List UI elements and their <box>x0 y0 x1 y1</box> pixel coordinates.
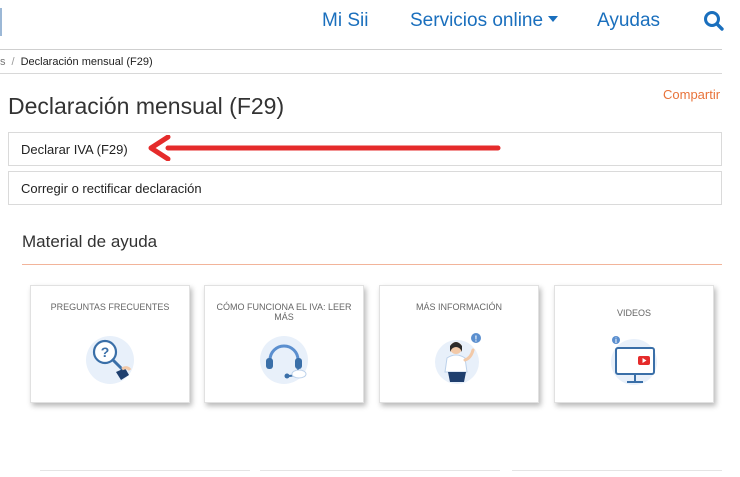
svg-text:?: ? <box>101 344 110 360</box>
red-arrow-annotation <box>148 135 501 161</box>
footer-divider <box>260 470 500 471</box>
nav-divider <box>0 49 722 50</box>
footer-divider <box>40 470 250 471</box>
share-link[interactable]: Compartir <box>663 87 720 102</box>
nav-link-servicios-label: Servicios online <box>410 10 544 31</box>
page-title: Declaración mensual (F29) <box>8 93 285 119</box>
card-label: VIDEOS <box>616 308 651 318</box>
breadcrumb: s / Declaración mensual (F29) <box>0 56 153 68</box>
svg-text:!: ! <box>475 335 478 344</box>
help-card-preguntas-frecuentes[interactable]: PREGUNTAS FRECUENTES ? <box>30 285 190 403</box>
card-label: MÁS INFORMACIÓN <box>415 302 502 312</box>
option-corregir-declaracion[interactable]: Corregir o rectificar declaración <box>8 171 722 205</box>
help-card-como-funciona-iva[interactable]: CÓMO FUNCIONA EL IVA: LEER MÁS <box>204 285 364 403</box>
breadcrumb-previous[interactable]: s <box>0 56 6 68</box>
question-magnifier-icon: ? <box>86 336 134 384</box>
help-section-title: Material de ayuda <box>22 232 158 251</box>
search-icon[interactable] <box>702 9 726 33</box>
help-section-divider <box>22 264 722 265</box>
footer-divider <box>512 470 722 471</box>
nav-link-ayudas[interactable]: Ayudas <box>597 10 660 32</box>
video-monitor-icon: i <box>611 336 657 385</box>
nav-link-servicios-online[interactable]: Servicios online <box>410 10 559 32</box>
card-label: PREGUNTAS FRECUENTES <box>50 302 170 312</box>
help-card-videos[interactable]: VIDEOS i <box>554 285 714 403</box>
headset-support-icon <box>260 336 308 384</box>
svg-text:i: i <box>615 338 617 345</box>
help-card-mas-informacion[interactable]: MÁS INFORMACIÓN ! <box>379 285 539 403</box>
breadcrumb-separator: / <box>11 56 15 68</box>
breadcrumb-divider <box>0 73 722 74</box>
caret-down-icon <box>548 16 559 22</box>
nav-link-mi-sii[interactable]: Mi Sii <box>322 10 368 32</box>
person-info-icon: ! <box>435 333 481 384</box>
top-navigation: Mi Sii Servicios online Ayudas <box>0 0 740 48</box>
card-label: CÓMO FUNCIONA EL IVA: LEER MÁS <box>216 302 352 322</box>
breadcrumb-current: Declaración mensual (F29) <box>20 56 153 68</box>
left-edge-divider <box>0 8 2 36</box>
